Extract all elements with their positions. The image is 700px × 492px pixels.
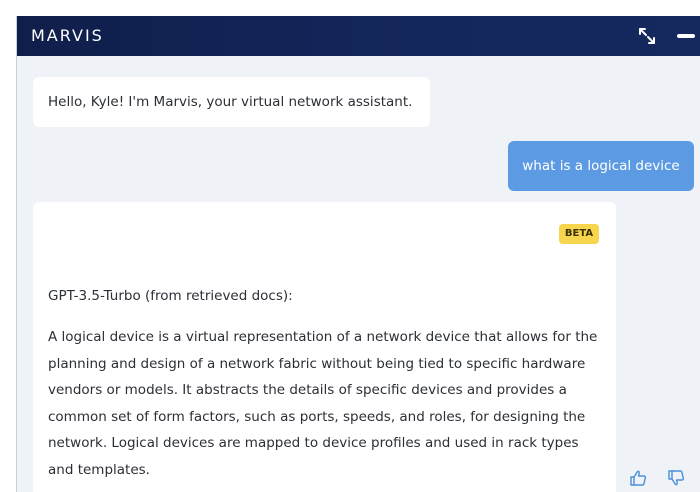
user-message: what is a logical device bbox=[508, 141, 694, 191]
app-title: MARVIS bbox=[31, 26, 104, 45]
model-label: GPT-3.5-Turbo (from retrieved docs): bbox=[48, 288, 293, 304]
thumbs-down-button[interactable] bbox=[667, 469, 685, 487]
expand-arrows-icon bbox=[639, 28, 655, 44]
thumbs-down-icon bbox=[668, 470, 685, 486]
thumbs-up-icon bbox=[630, 470, 647, 486]
marvis-chat-window: MARVIS Hello, Kyle! I'm Marvis, your vir… bbox=[16, 16, 700, 492]
minimize-button[interactable] bbox=[675, 26, 697, 46]
answer-text: A logical device is a virtual representa… bbox=[48, 329, 598, 478]
minimize-icon bbox=[677, 34, 695, 38]
thumbs-up-button[interactable] bbox=[629, 469, 647, 487]
assistant-answer-message: BETA GPT-3.5-Turbo (from retrieved docs)… bbox=[33, 202, 616, 492]
beta-badge: BETA bbox=[559, 224, 599, 244]
expand-button[interactable] bbox=[637, 26, 657, 46]
assistant-greeting-message: Hello, Kyle! I'm Marvis, your virtual ne… bbox=[33, 77, 430, 127]
title-bar: MARVIS bbox=[17, 16, 700, 56]
